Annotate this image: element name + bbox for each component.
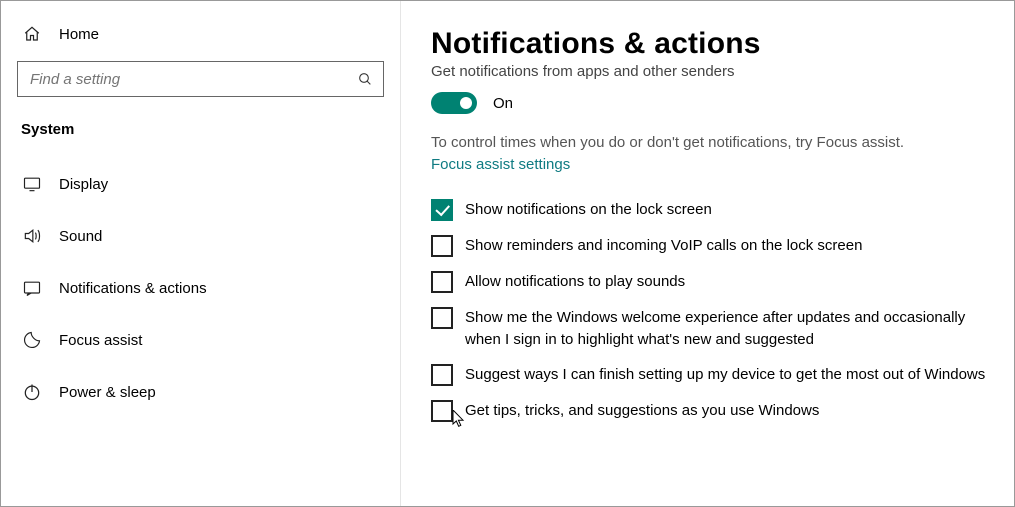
option-label: Show reminders and incoming VoIP calls o…: [465, 235, 862, 257]
power-icon: [21, 382, 43, 402]
sidebar-item-sound[interactable]: Sound: [1, 210, 400, 262]
option-finish-setup[interactable]: Suggest ways I can finish setting up my …: [431, 364, 990, 386]
sidebar-item-notifications[interactable]: Notifications & actions: [1, 262, 400, 314]
checkbox-icon[interactable]: [431, 199, 453, 221]
checkbox-icon[interactable]: [431, 307, 453, 329]
notifications-icon: [21, 278, 43, 298]
sidebar: Home System Display Sound: [1, 1, 401, 506]
display-icon: [21, 174, 43, 194]
option-lock-screen-notifications[interactable]: Show notifications on the lock screen: [431, 199, 990, 221]
sidebar-item-label: Focus assist: [59, 332, 142, 349]
home-label: Home: [59, 26, 99, 43]
checkbox-icon[interactable]: [431, 271, 453, 293]
option-voip-lockscreen[interactable]: Show reminders and incoming VoIP calls o…: [431, 235, 990, 257]
notifications-toggle[interactable]: [431, 92, 477, 114]
option-label: Show notifications on the lock screen: [465, 199, 712, 221]
option-welcome-experience[interactable]: Show me the Windows welcome experience a…: [431, 307, 990, 351]
sidebar-item-label: Sound: [59, 228, 102, 245]
option-play-sounds[interactable]: Allow notifications to play sounds: [431, 271, 990, 293]
group-header-system: System: [1, 115, 400, 158]
sidebar-item-label: Notifications & actions: [59, 280, 207, 297]
option-label: Show me the Windows welcome experience a…: [465, 307, 990, 351]
focus-assist-hint: To control times when you do or don't ge…: [431, 132, 990, 154]
main-content: Notifications & actions Get notification…: [401, 1, 1014, 506]
focus-assist-link[interactable]: Focus assist settings: [431, 156, 990, 173]
sidebar-item-focus-assist[interactable]: Focus assist: [1, 314, 400, 366]
checkbox-icon[interactable]: [431, 235, 453, 257]
sidebar-item-label: Display: [59, 176, 108, 193]
sidebar-item-power-sleep[interactable]: Power & sleep: [1, 366, 400, 418]
toggle-state-label: On: [493, 95, 513, 112]
focus-assist-icon: [21, 330, 43, 350]
checkbox-icon[interactable]: [431, 400, 453, 422]
option-tips-tricks[interactable]: Get tips, tricks, and suggestions as you…: [431, 400, 990, 422]
checkbox-icon[interactable]: [431, 364, 453, 386]
home-icon: [21, 25, 43, 43]
subtitle-cutoff: Get notifications from apps and other se…: [431, 63, 990, 80]
home-link[interactable]: Home: [1, 19, 400, 61]
page-title: Notifications & actions: [431, 27, 990, 61]
toggle-knob: [460, 97, 472, 109]
option-label: Allow notifications to play sounds: [465, 271, 685, 293]
sidebar-item-display[interactable]: Display: [1, 158, 400, 210]
option-label: Suggest ways I can finish setting up my …: [465, 364, 985, 386]
search-input[interactable]: [18, 62, 383, 96]
search-box[interactable]: [17, 61, 384, 97]
option-label: Get tips, tricks, and suggestions as you…: [465, 400, 819, 422]
sound-icon: [21, 226, 43, 246]
search-icon: [357, 71, 373, 87]
sidebar-item-label: Power & sleep: [59, 384, 156, 401]
